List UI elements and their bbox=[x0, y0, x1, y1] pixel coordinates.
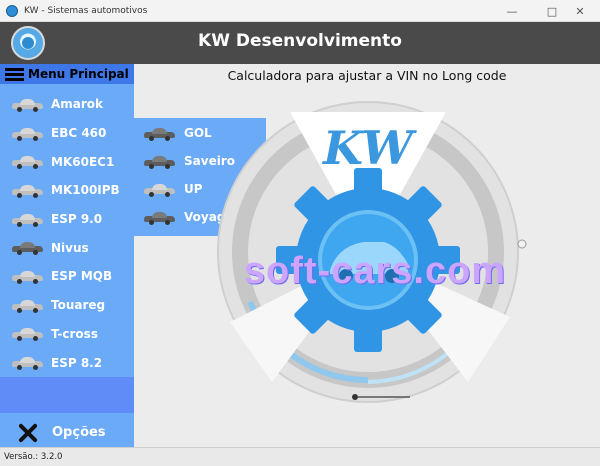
sidebar-item-label: ESP 9.0 bbox=[51, 212, 103, 227]
sidebar-item-label: EBC 460 bbox=[51, 126, 107, 141]
car-icon bbox=[144, 127, 175, 141]
sidebar: Menu Principal Amarok EBC 460 MK60EC1 MK… bbox=[0, 64, 134, 447]
sidebar-item-ebc460[interactable]: EBC 460 bbox=[0, 119, 134, 148]
app-title: KW Desenvolvimento bbox=[198, 31, 402, 51]
options-label: Opções bbox=[52, 425, 106, 440]
page-subtitle: Calculadora para ajustar a VIN no Long c… bbox=[227, 68, 507, 83]
version-label: Versão.: 3.2.0 bbox=[4, 452, 63, 462]
menu-header[interactable]: Menu Principal bbox=[0, 64, 134, 84]
car-icon bbox=[12, 299, 43, 313]
window-title: KW - Sistemas automotivos bbox=[24, 5, 148, 16]
car-icon bbox=[12, 241, 43, 256]
sidebar-item-label: Touareg bbox=[51, 298, 106, 313]
car-icon bbox=[12, 127, 43, 141]
sidebar-item-label: Amarok bbox=[51, 97, 104, 112]
car-icon bbox=[144, 155, 175, 169]
car-icon bbox=[144, 183, 175, 197]
car-icon bbox=[12, 270, 43, 284]
nav-list: Amarok EBC 460 MK60EC1 MK100IPB ESP 9.0 … bbox=[0, 90, 134, 377]
sidebar-item-label: ESP MQB bbox=[51, 269, 113, 284]
sidebar-item-esp82[interactable]: ESP 8.2 bbox=[0, 348, 134, 377]
app-icon bbox=[6, 4, 18, 17]
minimize-button[interactable]: — bbox=[492, 0, 532, 22]
car-icon bbox=[12, 155, 43, 170]
kw-logo-text: KW bbox=[321, 121, 417, 175]
sidebar-item-amarok[interactable]: Amarok bbox=[0, 90, 134, 119]
sidebar-divider-band bbox=[0, 377, 134, 413]
sidebar-item-label: T-cross bbox=[51, 326, 98, 341]
hamburger-menu-icon[interactable] bbox=[5, 67, 25, 81]
submenu-item-label: UP bbox=[184, 182, 203, 196]
sidebar-item-espmqb[interactable]: ESP MQB bbox=[0, 262, 134, 291]
watermark-text: soft-cars.com bbox=[243, 250, 507, 292]
sidebar-item-tcross[interactable]: T-cross bbox=[0, 320, 134, 349]
sidebar-item-nivus[interactable]: Nivus bbox=[0, 233, 134, 262]
options-button[interactable]: Opções bbox=[0, 418, 134, 447]
sidebar-item-label: ESP 8.2 bbox=[51, 355, 103, 370]
sidebar-item-mk100ipb[interactable]: MK100IPB bbox=[0, 176, 134, 205]
car-icon bbox=[12, 98, 43, 112]
tools-icon bbox=[16, 422, 40, 444]
window-titlebar: KW - Sistemas automotivos — □ ✕ bbox=[0, 0, 600, 22]
submenu-item-label: GOL bbox=[184, 126, 212, 140]
sidebar-item-label: MK100IPB bbox=[51, 183, 120, 198]
car-icon bbox=[12, 327, 43, 342]
car-icon bbox=[144, 211, 175, 225]
sidebar-item-esp90[interactable]: ESP 9.0 bbox=[0, 205, 134, 234]
sidebar-item-label: MK60EC1 bbox=[51, 154, 115, 169]
sidebar-item-touareg[interactable]: Touareg bbox=[0, 291, 134, 320]
sidebar-item-label: Nivus bbox=[51, 240, 89, 255]
status-bar: Versão.: 3.2.0 bbox=[0, 447, 600, 466]
car-icon bbox=[12, 213, 43, 227]
car-icon bbox=[12, 356, 43, 371]
menu-title: Menu Principal bbox=[28, 67, 129, 81]
app-header: KW Desenvolvimento bbox=[0, 22, 600, 64]
close-button[interactable]: ✕ bbox=[560, 0, 600, 22]
sidebar-item-mk60ec1[interactable]: MK60EC1 bbox=[0, 147, 134, 176]
car-icon bbox=[12, 184, 43, 198]
